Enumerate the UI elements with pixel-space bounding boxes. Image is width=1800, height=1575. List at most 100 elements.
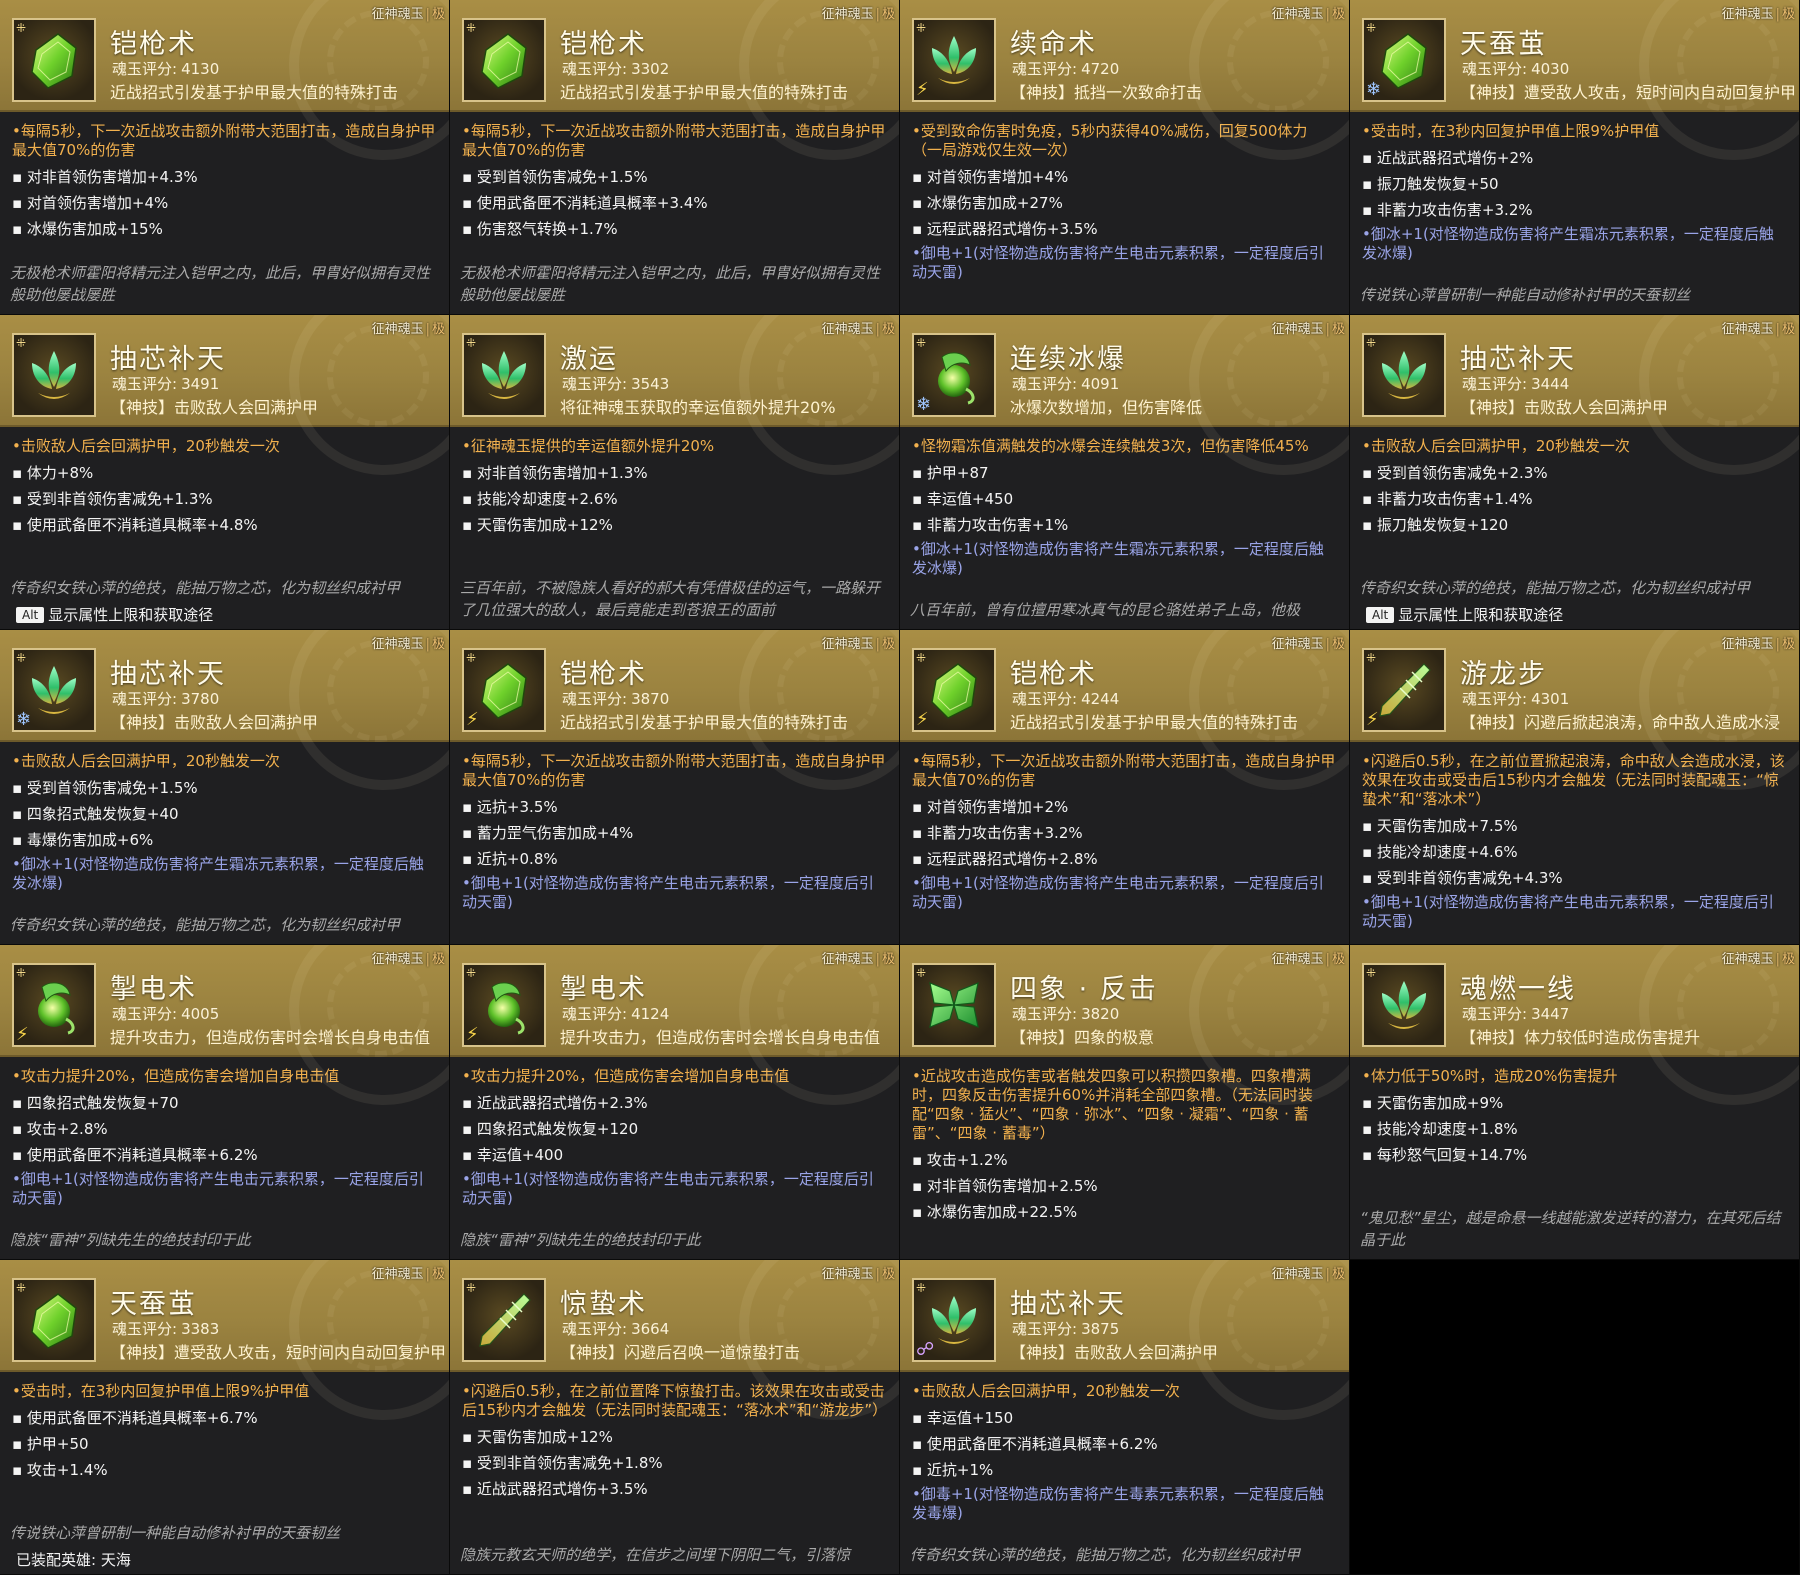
score-value: 3543 [631,375,670,393]
lightning-element-icon: ⚡ [1366,709,1379,730]
stat-line: ▪ 对非首领伤害增加+2.5% [912,1177,1098,1195]
soul-jade-card[interactable]: 征神魂玉 | 极 ⁜ 铠枪术 魂玉评分: 3302 近战招式引发基于护甲最大值的特殊打击 •每隔… [450,0,900,315]
jade-score: 魂玉评分: 3820 [1012,1003,1119,1024]
card-footer: 已装配英雄: 天海 [16,1549,131,1570]
jade-score: 魂玉评分: 3664 [562,1318,669,1339]
jade-score: 魂玉评分: 4124 [562,1003,669,1024]
category-label: 征神魂玉 [1271,1267,1324,1282]
soul-jade-card[interactable]: 征神魂玉 | 极 ⁜ ❄ 抽芯补天 魂玉评分: 3780 【神技】击败敌人会回满护甲 •击败敌人后… [0,630,450,945]
elemental-bonus: •御电+1(对怪物造成伤害将产生电击元素积累，一定程度后引动天雷) [912,244,1324,281]
score-value: 4030 [1531,60,1570,78]
jade-name: 抽芯补天 [1460,344,1576,375]
soul-jade-card[interactable]: 征神魂玉 | 极 ⁜ ⚡ 掣电术 魂玉评分: 4124 提升攻击力，但造成伤害时会增长自身电击值… [450,945,900,1260]
category-label: 征神魂玉 [821,952,874,967]
grade-label: 极 [1331,322,1345,337]
soul-jade-card[interactable]: 征神魂玉 | 极 ⁜ ⚡ 游龙步 魂玉评分: 4301 【神技】闪避后掀起浪涛，命中敌人造成水浸… [1350,630,1800,945]
score-value: 4244 [1081,690,1120,708]
score-label: 魂玉评分: [1012,375,1078,393]
category-tag: 征神魂玉 | 极 [372,318,445,337]
soul-jade-card[interactable]: 征神魂玉 | 极 ⁜ 魂燃一线 魂玉评分: 3447 【神技】体力较低时造成伤害提升 •体力低于… [1350,945,1800,1260]
jade-score: 魂玉评分: 4130 [112,58,219,79]
stat-line: ▪ 非蓄力攻击伤害+1.4% [1362,490,1533,508]
jade-score: 魂玉评分: 3444 [1462,373,1569,394]
jade-icon-frame: ⁜ [1362,333,1446,417]
category-label: 征神魂玉 [821,322,874,337]
jade-name: 激运 [560,344,618,375]
score-label: 魂玉评分: [1462,1005,1528,1023]
soul-jade-card[interactable]: 征神魂玉 | 极 ⁜ ⚡ 续命术 魂玉评分: 4720 【神技】抵挡一次致命打击 •受到致命伤害时… [900,0,1350,315]
category-tag: 征神魂玉 | 极 [1722,3,1795,22]
soul-jade-card[interactable]: 征神魂玉 | 极 ⁜ ⚡ 铠枪术 魂玉评分: 4244 近战招式引发基于护甲最大值的特殊打击 •每… [900,630,1350,945]
category-label: 征神魂玉 [1721,637,1774,652]
card-header: 征神魂玉 | 极 ⁜ 抽芯补天 魂玉评分: 3444 【神技】击败敌人会回满护甲 [1350,315,1799,475]
score-label: 魂玉评分: [562,375,628,393]
grade-label: 极 [431,322,445,337]
stat-line: ▪ 攻击+1.4% [12,1461,108,1479]
category-tag: 征神魂玉 | 极 [1722,948,1795,967]
jade-score: 魂玉评分: 3491 [112,373,219,394]
category-label: 征神魂玉 [1271,322,1324,337]
jade-summary: 【神技】四象的极意 [1010,1028,1155,1047]
jade-name: 魂燃一线 [1460,974,1576,1005]
score-label: 魂玉评分: [1012,690,1078,708]
alt-key-hint[interactable]: Alt [16,606,45,623]
jade-icon-frame: ⁜ [12,333,96,417]
soul-jade-card[interactable]: 征神魂玉 | 极 ⁜ 抽芯补天 魂玉评分: 3444 【神技】击败敌人会回满护甲 •击败敌人后会… [1350,315,1800,630]
soul-jade-card[interactable]: 征神魂玉 | 极 ⁜ 四象 · 反击 魂玉评分: 3820 【神技】四象的极意 •近战攻击造成伤… [900,945,1350,1260]
grade-label: 极 [881,7,895,22]
soul-jade-card[interactable]: 征神魂玉 | 极 ⁜ ❄ 天蚕茧 魂玉评分: 4030 【神技】遭受敌人攻击，短时间内自动回复护… [1350,0,1800,315]
jade-name: 抽芯补天 [110,344,226,375]
jade-icon-frame: ⁜ ⚡ [462,963,546,1047]
grade-label: 极 [881,322,895,337]
elemental-bonus: •御电+1(对怪物造成伤害将产生电击元素积累，一定程度后引动天雷) [1362,893,1774,930]
jade-icon-frame: ⁜ [1362,963,1446,1047]
soul-jade-card[interactable]: 征神魂玉 | 极 ⁜ ❄ 连续冰爆 魂玉评分: 4091 冰爆次数增加，但伤害降低 •怪物霜冻值满… [900,315,1350,630]
tag-separator: | [425,322,430,337]
stat-line: ▪ 对首领伤害增加+4% [12,194,169,212]
soul-jade-card[interactable]: 征神魂玉 | 极 ⁜ 铠枪术 魂玉评分: 4130 近战招式引发基于护甲最大值的特殊打击 •每隔… [0,0,450,315]
stat-line: ▪ 受到首领伤害减免+1.5% [462,168,648,186]
jade-icon-frame: ⁜ ⚡ [912,18,996,102]
jade-icon-frame: ⁜ [462,333,546,417]
soul-jade-grid: 征神魂玉 | 极 ⁜ 铠枪术 魂玉评分: 4130 近战招式引发基于护甲最大值的特殊打击 •每隔… [0,0,1800,1575]
card-header: 征神魂玉 | 极 ⁜ ⚡ 铠枪术 魂玉评分: 4244 近战招式引发基于护甲最大值的特殊打击 [900,630,1349,790]
category-tag: 征神魂玉 | 极 [1272,1263,1345,1282]
jade-score: 魂玉评分: 4244 [1012,688,1119,709]
jade-score: 魂玉评分: 3543 [562,373,669,394]
grade-label: 极 [1331,952,1345,967]
card-header: 征神魂玉 | 极 ⁜ ⚡ 掣电术 魂玉评分: 4005 提升攻击力，但造成伤害时会增长自身电击值 [0,945,449,1105]
stat-line: ▪ 四象招式触发恢复+40 [12,805,179,823]
score-label: 魂玉评分: [112,1005,178,1023]
stat-line: ▪ 受到非首领伤害减免+1.8% [462,1454,663,1472]
soul-jade-card[interactable]: 征神魂玉 | 极 ⁜ 抽芯补天 魂玉评分: 3491 【神技】击败敌人会回满护甲 •击败敌人后会… [0,315,450,630]
category-label: 征神魂玉 [371,637,424,652]
soul-jade-card[interactable]: 征神魂玉 | 极 ⁜ ⚡ 铠枪术 魂玉评分: 3870 近战招式引发基于护甲最大值的特殊打击 •每… [450,630,900,945]
jade-name: 抽芯补天 [110,659,226,690]
tag-separator: | [875,637,880,652]
alt-key-hint[interactable]: Alt [1366,606,1395,623]
tag-separator: | [1325,1267,1330,1282]
category-tag: 征神魂玉 | 极 [1272,633,1345,652]
jade-score: 魂玉评分: 3875 [1012,1318,1119,1339]
category-label: 征神魂玉 [371,1267,424,1282]
jade-summary: 【神技】击败敌人会回满护甲 [110,713,319,732]
card-header: 征神魂玉 | 极 ⁜ 激运 魂玉评分: 3543 将征神魂玉获取的幸运值额外提升20% [450,315,899,475]
stat-line: ▪ 使用武备匣不消耗道具概率+6.2% [912,1435,1158,1453]
soul-jade-card[interactable]: 征神魂玉 | 极 ⁜ 惊蛰术 魂玉评分: 3664 【神技】闪避后召唤一道惊蛰打击 •闪避后0.… [450,1260,900,1575]
card-footer[interactable]: Alt 显示属性上限和获取途径 [16,604,213,625]
stat-line: ▪ 毒爆伤害加成+6% [12,831,154,849]
jade-summary: 提升攻击力，但造成伤害时会增长自身电击值 [110,1028,431,1047]
jade-summary: 将征神魂玉获取的幸运值额外提升20% [560,398,836,417]
soul-jade-card[interactable]: 征神魂玉 | 极 ⁜ ☍ 抽芯补天 魂玉评分: 3875 【神技】击败敌人会回满护甲 •击败敌人后… [900,1260,1350,1575]
category-tag: 征神魂玉 | 极 [1272,948,1345,967]
card-footer[interactable]: Alt 显示属性上限和获取途径 [1366,604,1563,625]
soul-jade-card[interactable]: 征神魂玉 | 极 ⁜ 激运 魂玉评分: 3543 将征神魂玉获取的幸运值额外提升20% •征神魂… [450,315,900,630]
jade-summary: 【神技】击败敌人会回满护甲 [1460,398,1669,417]
grade-label: 极 [881,952,895,967]
stat-line: ▪ 使用武备匣不消耗道具概率+3.4% [462,194,708,212]
stat-line: ▪ 技能冷却速度+4.6% [1362,843,1518,861]
soul-jade-card[interactable]: 征神魂玉 | 极 ⁜ ⚡ 掣电术 魂玉评分: 4005 提升攻击力，但造成伤害时会增长自身电击值… [0,945,450,1260]
soul-jade-card[interactable]: 征神魂玉 | 极 ⁜ 天蚕茧 魂玉评分: 3383 【神技】遭受敌人攻击，短时间内自动回复护甲… [0,1260,450,1575]
stat-line: ▪ 振刀触发恢复+120 [1362,516,1509,534]
jade-name: 天蚕茧 [110,1289,197,1320]
